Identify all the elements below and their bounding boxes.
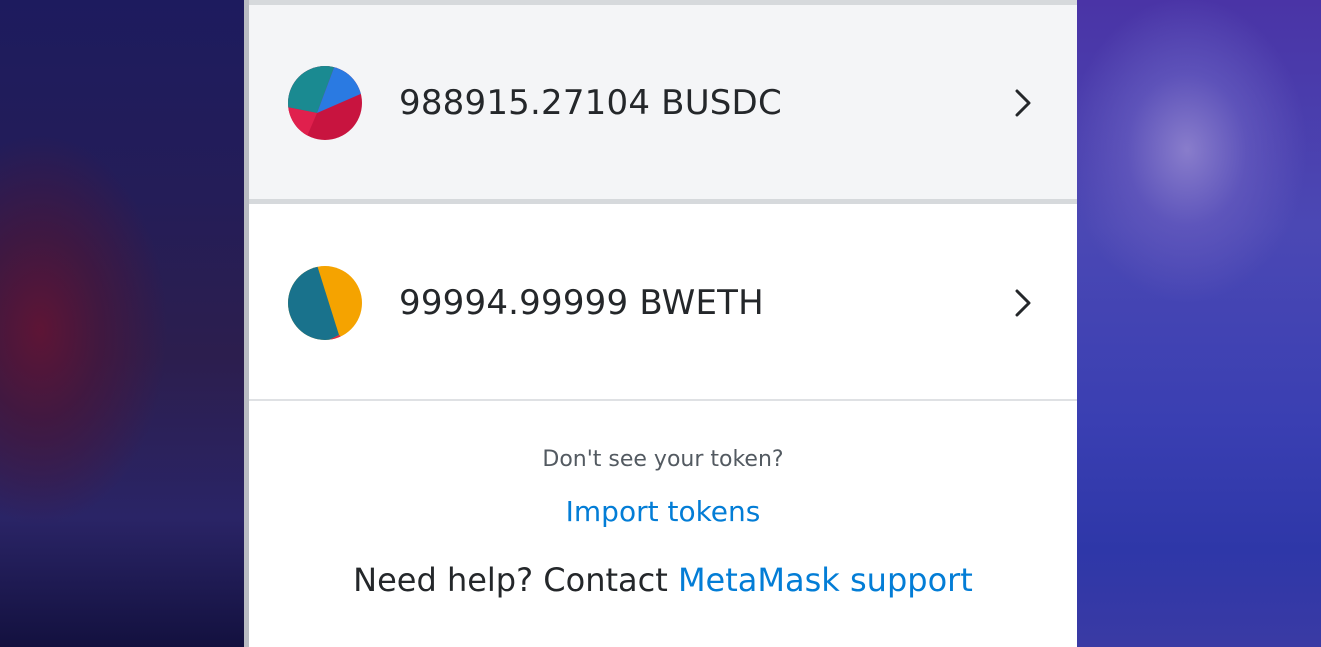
token-help-section: Don't see your token? Import tokens Need…	[249, 401, 1077, 647]
asset-list-panel: 988915.27104 BUSDC 99994.99999 BWETH Don…	[249, 0, 1077, 647]
import-tokens-link[interactable]: Import tokens	[249, 495, 1077, 528]
need-help-text: Need help? Contact MetaMask support	[249, 561, 1077, 599]
asset-balance-label: 99994.99999 BWETH	[399, 282, 764, 323]
divider	[249, 199, 1077, 204]
metamask-support-link[interactable]: MetaMask support	[678, 561, 973, 599]
need-help-prefix: Need help? Contact	[353, 561, 678, 599]
asset-row-busdc[interactable]: 988915.27104 BUSDC	[249, 5, 1077, 200]
bweth-token-icon	[287, 265, 363, 341]
chevron-right-icon[interactable]	[1009, 286, 1037, 320]
background-right	[1077, 0, 1321, 647]
background-left	[0, 0, 245, 647]
dont-see-token-text: Don't see your token?	[542, 447, 784, 472]
asset-row-bweth[interactable]: 99994.99999 BWETH	[249, 205, 1077, 400]
busdc-token-icon	[287, 65, 363, 141]
screen: 988915.27104 BUSDC 99994.99999 BWETH Don…	[0, 0, 1321, 647]
asset-balance-label: 988915.27104 BUSDC	[399, 82, 782, 123]
chevron-right-icon[interactable]	[1009, 86, 1037, 120]
